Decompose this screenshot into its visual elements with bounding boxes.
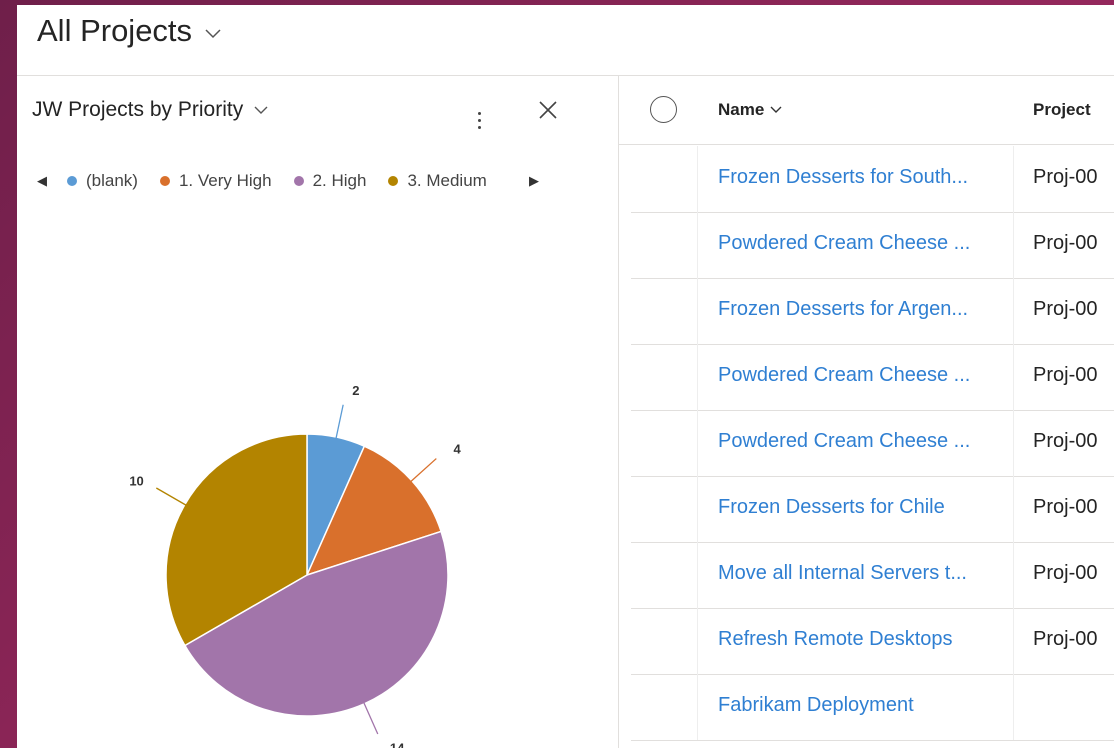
row-select-checkbox[interactable] (631, 278, 695, 344)
column-divider (1013, 542, 1014, 608)
grid-header: Name Project (619, 76, 1114, 145)
column-divider (697, 476, 698, 542)
chart-pane: JW Projects by Priority ◀ (blank) 1. Very… (17, 76, 619, 748)
project-name-link[interactable]: Refresh Remote Desktops (718, 628, 953, 651)
main-panel: All Projects JW Projects by Priority ◀ (… (17, 5, 1114, 748)
row-select-checkbox[interactable] (631, 674, 695, 740)
project-id-cell: Proj-00 (1033, 364, 1098, 386)
table-row[interactable]: Frozen Desserts for Argen... Proj-00 (631, 278, 1114, 345)
chevron-down-icon (205, 29, 221, 39)
column-divider (1013, 212, 1014, 278)
column-divider (697, 608, 698, 674)
project-name-link[interactable]: Frozen Desserts for Chile (718, 496, 945, 519)
select-all-checkbox[interactable] (650, 96, 677, 123)
project-name-link[interactable]: Frozen Desserts for South... (718, 166, 968, 189)
column-divider (1013, 410, 1014, 476)
project-name-link[interactable]: Powdered Cream Cheese ... (718, 430, 970, 453)
view-header: All Projects (17, 5, 1114, 76)
project-name-link[interactable]: Powdered Cream Cheese ... (718, 364, 970, 387)
column-header-project[interactable]: Project (1033, 100, 1091, 120)
pie-leader-line (362, 701, 379, 735)
project-name-link[interactable]: Fabrikam Deployment (718, 694, 914, 717)
project-id-cell: Proj-00 (1033, 166, 1098, 188)
project-id-cell: Proj-00 (1033, 628, 1098, 650)
chevron-down-icon (770, 106, 782, 113)
row-select-checkbox[interactable] (631, 608, 695, 674)
pie-data-label: 10 (129, 474, 143, 489)
table-row[interactable]: Move all Internal Servers t... Proj-00 (631, 542, 1114, 609)
column-divider (1013, 278, 1014, 344)
column-header-name[interactable]: Name (718, 100, 782, 120)
project-id-cell: Proj-00 (1033, 430, 1098, 452)
table-row[interactable]: Powdered Cream Cheese ... Proj-00 (631, 344, 1114, 411)
column-divider (697, 212, 698, 278)
column-divider (697, 344, 698, 410)
view-selector[interactable]: All Projects (37, 13, 222, 49)
table-row[interactable]: Powdered Cream Cheese ... Proj-00 (631, 410, 1114, 477)
project-name-link[interactable]: Move all Internal Servers t... (718, 562, 967, 585)
column-divider (697, 146, 698, 212)
row-select-checkbox[interactable] (631, 146, 695, 212)
row-select-checkbox[interactable] (631, 542, 695, 608)
pie-leader-line (155, 487, 187, 507)
pie-data-label: 4 (453, 442, 461, 457)
pie-leader-line (409, 458, 437, 483)
pie-data-label: 14 (390, 741, 405, 748)
row-select-checkbox[interactable] (631, 410, 695, 476)
table-row[interactable]: Refresh Remote Desktops Proj-00 (631, 608, 1114, 675)
project-name-link[interactable]: Powdered Cream Cheese ... (718, 232, 970, 255)
table-row[interactable]: Fabrikam Deployment (631, 674, 1114, 741)
table-row[interactable]: Powdered Cream Cheese ... Proj-00 (631, 212, 1114, 279)
projects-grid: Name Project Frozen Desserts for South..… (619, 76, 1114, 748)
project-id-cell: Proj-00 (1033, 496, 1098, 518)
pie-data-label: 2 (352, 383, 359, 398)
project-id-cell: Proj-00 (1033, 562, 1098, 584)
column-divider (697, 674, 698, 740)
column-divider (697, 278, 698, 344)
view-title: All Projects (37, 13, 193, 48)
column-divider (1013, 608, 1014, 674)
column-divider (697, 410, 698, 476)
project-id-cell: Proj-00 (1033, 298, 1098, 320)
row-select-checkbox[interactable] (631, 344, 695, 410)
table-row[interactable]: Frozen Desserts for South... Proj-00 (631, 146, 1114, 213)
column-divider (697, 542, 698, 608)
pie-chart: 2 4 14 10 (129, 383, 461, 748)
column-divider (1013, 146, 1014, 212)
row-select-checkbox[interactable] (631, 476, 695, 542)
table-row[interactable]: Frozen Desserts for Chile Proj-00 (631, 476, 1114, 543)
column-divider (1013, 476, 1014, 542)
column-divider (1013, 344, 1014, 410)
column-divider (1013, 674, 1014, 740)
column-header-name-label: Name (718, 100, 765, 119)
project-id-cell: Proj-00 (1033, 232, 1098, 254)
project-name-link[interactable]: Frozen Desserts for Argen... (718, 298, 968, 321)
pie-leader-line (335, 404, 344, 440)
row-select-checkbox[interactable] (631, 212, 695, 278)
